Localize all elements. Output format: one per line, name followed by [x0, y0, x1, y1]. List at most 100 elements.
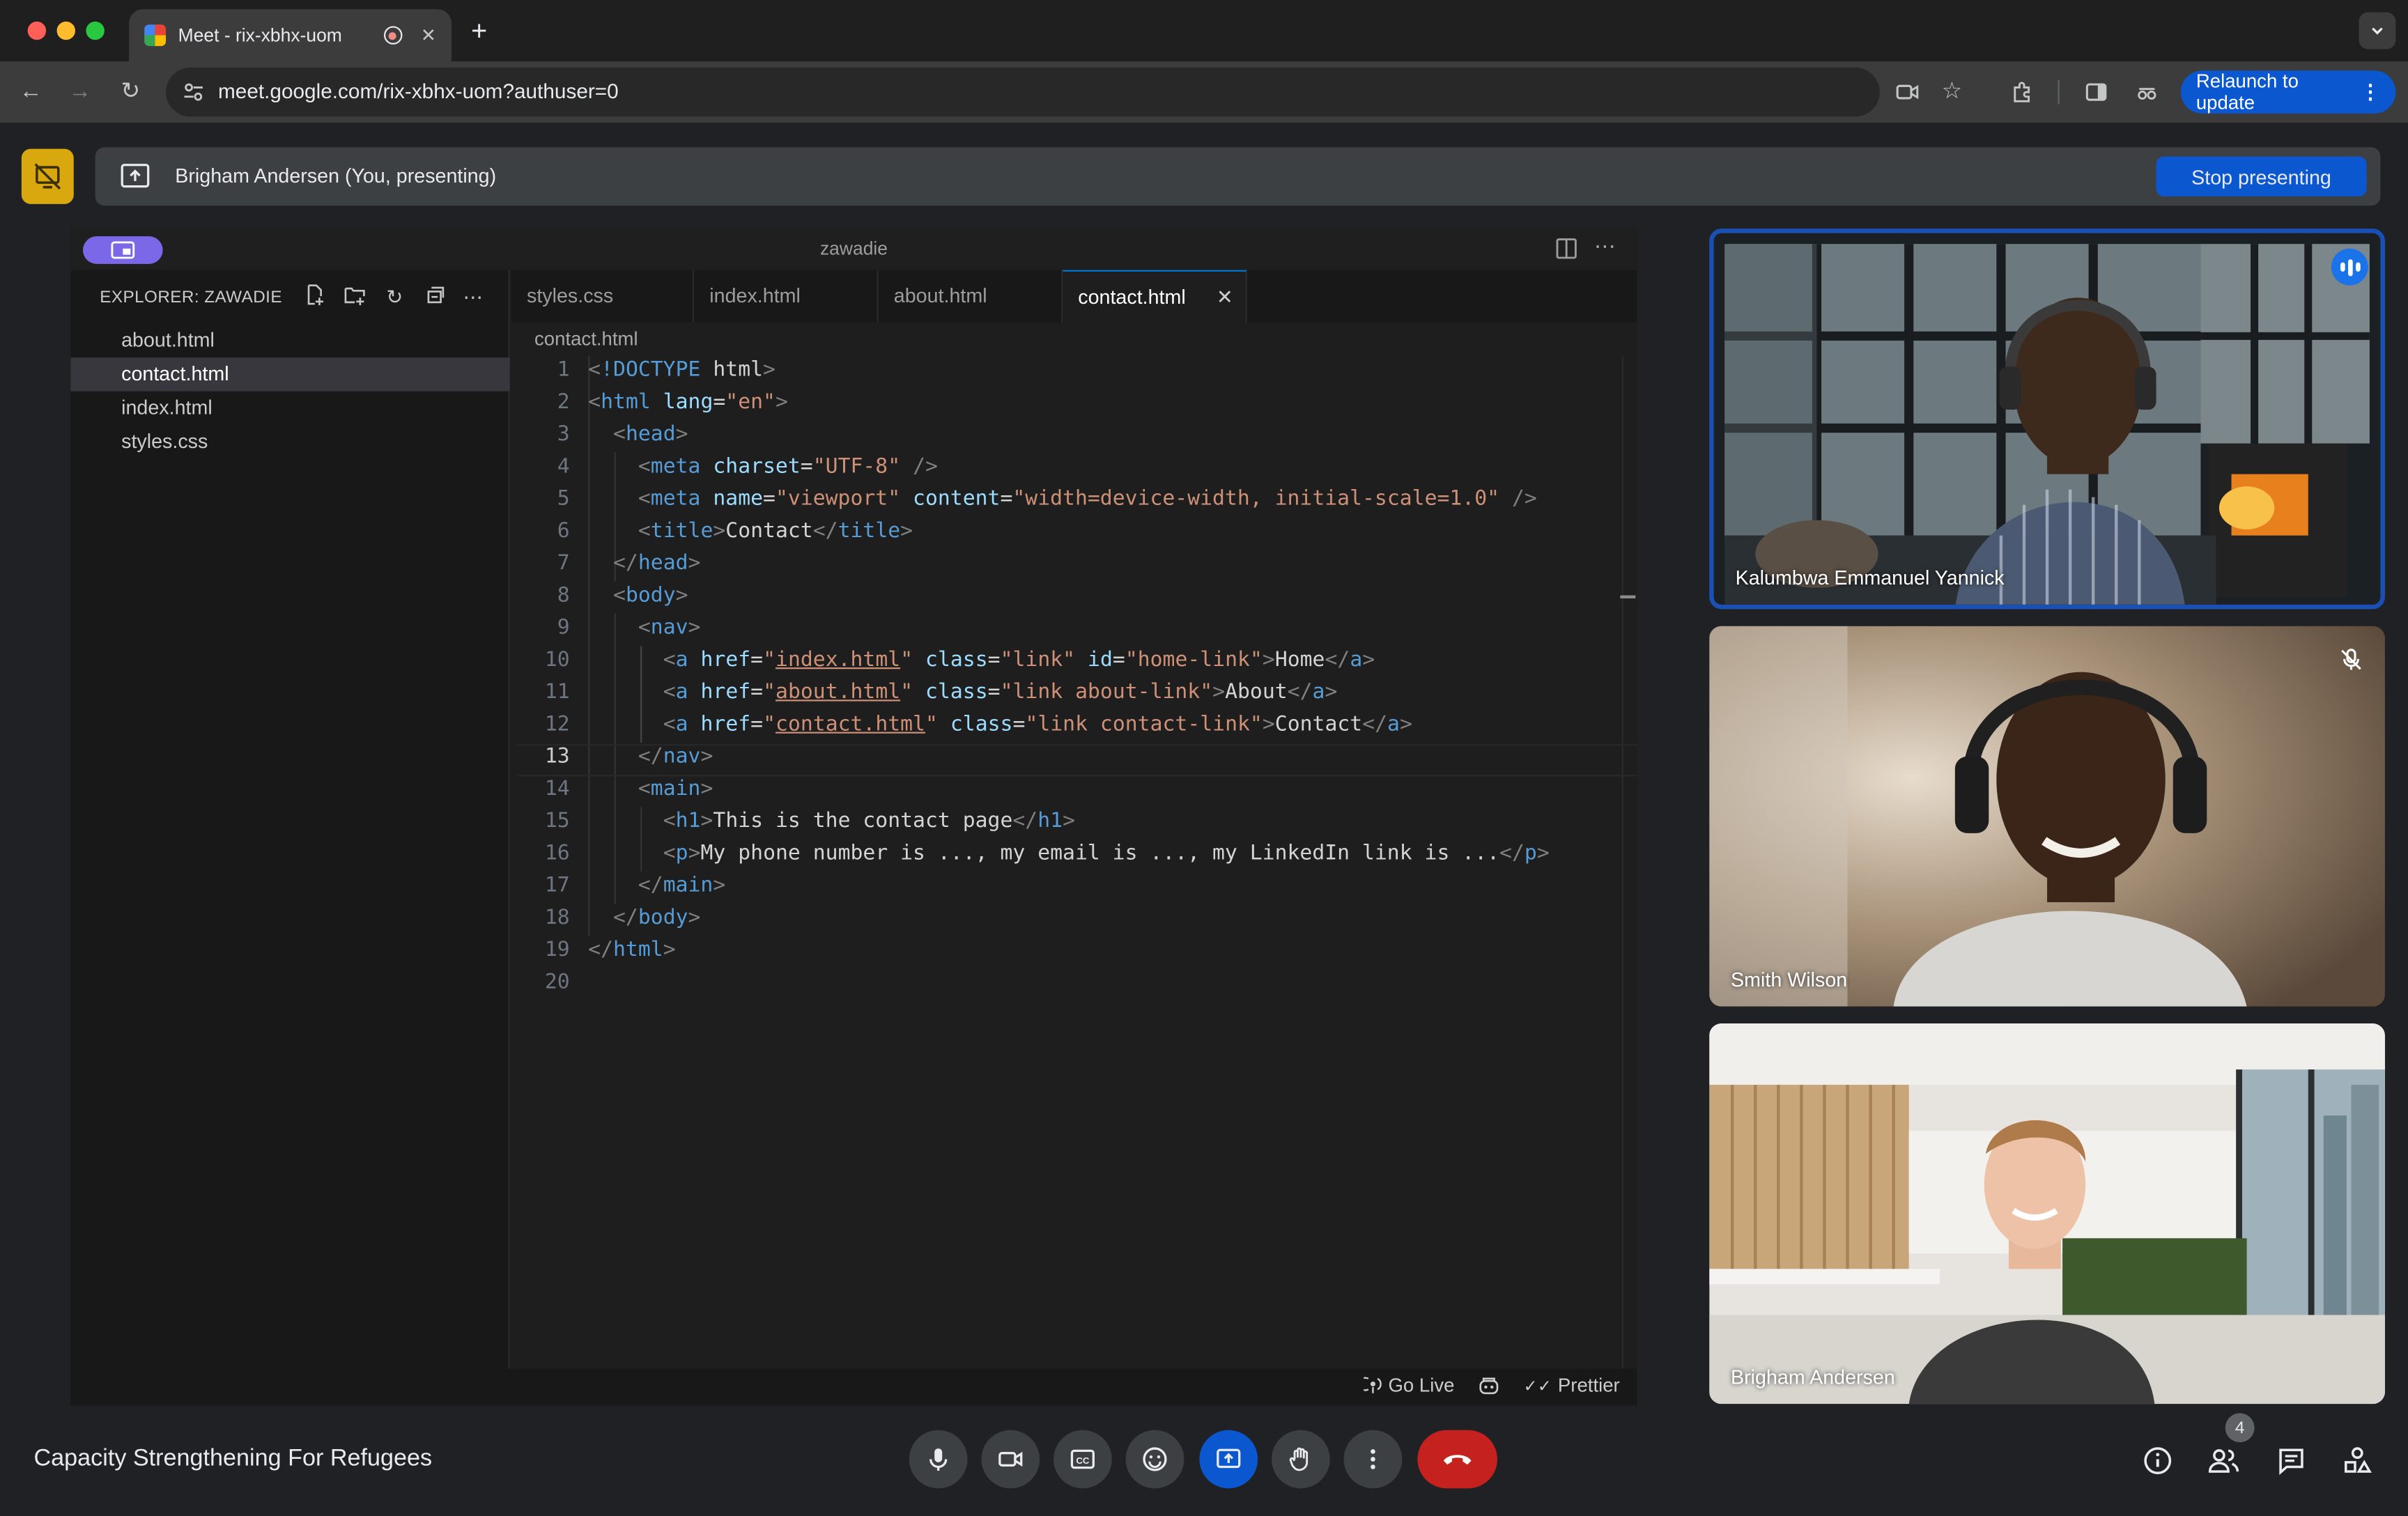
- code-line: <p>My phone number is ..., my email is .…: [663, 840, 1550, 866]
- code-line: <main>: [638, 776, 713, 801]
- line-number: 11: [544, 679, 570, 704]
- split-layout-icon[interactable]: [1554, 236, 1579, 261]
- code-line: <meta charset="UTF-8" />: [638, 454, 938, 479]
- google-meet-favicon-icon: [144, 24, 167, 47]
- line-number: 19: [544, 937, 570, 962]
- vscode-titlebar: zawadie ⋯: [70, 226, 1637, 270]
- mic-icon: [929, 1448, 948, 1471]
- editor-tab[interactable]: index.html: [694, 270, 879, 323]
- prettier-label: Prettier: [1557, 1375, 1620, 1397]
- copilot-icon[interactable]: [1477, 1375, 1500, 1400]
- camera-permission-icon[interactable]: [1892, 77, 1922, 114]
- more-options-button[interactable]: [1343, 1430, 1403, 1489]
- extensions-icon[interactable]: [2007, 77, 2038, 114]
- line-number: 1: [557, 357, 570, 382]
- microphone-button[interactable]: [909, 1430, 968, 1489]
- address-bar[interactable]: meet.google.com/rix-xbhx-uom?authuser=0: [166, 67, 1880, 117]
- line-number: 12: [544, 711, 570, 737]
- participant-tile[interactable]: Brigham Andersen: [1709, 1023, 2385, 1405]
- leave-call-button[interactable]: [1417, 1430, 1497, 1489]
- speaking-indicator-icon: [2331, 248, 2368, 286]
- broadcast-icon: [1364, 1377, 1382, 1393]
- new-tab-button[interactable]: +: [464, 15, 495, 47]
- recording-indicator-icon: [383, 26, 403, 45]
- file-item[interactable]: styles.css: [70, 425, 509, 458]
- stop-presenting-button[interactable]: Stop presenting: [2156, 156, 2367, 196]
- line-number: 2: [557, 389, 570, 415]
- meeting-details-button[interactable]: [2139, 1442, 2176, 1479]
- browser-tab[interactable]: Meet - rix-xbhx-uom ✕: [129, 9, 452, 62]
- chat-button[interactable]: [2273, 1442, 2310, 1479]
- code-line: <meta name="viewport" content="width=dev…: [638, 486, 1537, 511]
- reload-button[interactable]: ↻: [115, 77, 146, 107]
- code-line: <html lang="en">: [588, 389, 788, 415]
- back-button[interactable]: ←: [15, 77, 46, 107]
- maximize-window-button[interactable]: [86, 21, 105, 40]
- minimize-window-button[interactable]: [56, 21, 76, 40]
- current-line-highlight: [517, 744, 1637, 777]
- file-item[interactable]: index.html: [70, 392, 509, 425]
- code-line: </head>: [613, 550, 701, 575]
- camera-button[interactable]: [981, 1430, 1040, 1489]
- tab-title: Meet - rix-xbhx-uom: [178, 24, 342, 47]
- participant-tile-speaking[interactable]: Kalumbwa Emmanuel Yannick: [1709, 229, 2385, 610]
- present-screen-icon: [121, 164, 150, 188]
- present-now-button[interactable]: [1199, 1430, 1258, 1489]
- chevron-down-icon: [2372, 27, 2383, 35]
- close-window-button[interactable]: [27, 21, 47, 40]
- line-number: 3: [557, 421, 570, 447]
- people-icon: [2208, 1449, 2239, 1473]
- line-number: 15: [544, 808, 570, 833]
- people-button[interactable]: [2205, 1442, 2242, 1479]
- explorer-title: EXPLORER: ZAWADIE: [100, 288, 282, 307]
- profile-incognito-icon[interactable]: [2131, 77, 2162, 114]
- prettier-button[interactable]: ✓✓ Prettier: [1523, 1375, 1619, 1396]
- go-live-button[interactable]: Go Live: [1364, 1375, 1454, 1396]
- participant-tile[interactable]: Smith Wilson: [1709, 626, 2385, 1007]
- raise-hand-button[interactable]: [1271, 1430, 1330, 1489]
- new-folder-icon[interactable]: [341, 284, 369, 311]
- bookmark-star-icon[interactable]: ☆: [1936, 77, 1967, 107]
- activities-icon: [2344, 1447, 2372, 1473]
- more-vert-icon[interactable]: ⋮: [2361, 80, 2381, 105]
- camera-icon: [998, 1451, 1023, 1467]
- code-line: </main>: [638, 873, 726, 898]
- editor-tab[interactable]: about.html: [878, 270, 1063, 323]
- shared-screen-vscode: zawadie ⋯ EXPLORER: ZAWADIE ↻ ⋯ about.ht…: [70, 226, 1637, 1406]
- explorer-more-icon[interactable]: ⋯: [459, 284, 487, 311]
- line-number: 6: [557, 518, 570, 543]
- screen-share-icon: [111, 241, 135, 259]
- new-file-icon[interactable]: [301, 284, 329, 311]
- line-number: 7: [557, 550, 570, 575]
- participant-name: Smith Wilson: [1731, 968, 1848, 991]
- close-tab-icon[interactable]: ✕: [421, 24, 436, 46]
- participant-video-3: [1709, 1023, 2385, 1405]
- tab-search-button[interactable]: [2359, 12, 2396, 49]
- close-tab-icon[interactable]: ✕: [1217, 272, 1233, 324]
- refresh-explorer-icon[interactable]: ↻: [381, 284, 409, 311]
- code-line: <a href="contact.html" class="link conta…: [663, 711, 1412, 737]
- side-panel-icon[interactable]: [2081, 77, 2112, 114]
- editor-scrollbar-track[interactable]: [1621, 355, 1623, 1369]
- presenting-label: Brigham Andersen (You, presenting): [175, 164, 497, 187]
- reactions-button[interactable]: [1125, 1430, 1184, 1489]
- collapse-folders-icon[interactable]: [421, 284, 449, 311]
- browser-tab-strip: Meet - rix-xbhx-uom ✕ +: [0, 0, 2408, 62]
- file-item-active[interactable]: contact.html: [70, 357, 510, 392]
- forward-button[interactable]: →: [65, 77, 95, 107]
- editor-tab[interactable]: styles.css: [511, 270, 695, 323]
- minimap-slider[interactable]: [1620, 595, 1636, 598]
- code-line: <a href="index.html" class="link" id="ho…: [663, 647, 1375, 672]
- captions-button[interactable]: CC: [1054, 1430, 1112, 1489]
- command-center-button[interactable]: [83, 236, 163, 264]
- activities-button[interactable]: [2339, 1442, 2376, 1479]
- file-item[interactable]: about.html: [70, 324, 509, 357]
- more-actions-icon[interactable]: ⋯: [1594, 233, 1616, 259]
- site-settings-icon[interactable]: [183, 82, 204, 103]
- relaunch-to-update-button[interactable]: Relaunch to update ⋮: [2180, 70, 2396, 114]
- line-number: 9: [557, 615, 570, 640]
- editor-tab-label: index.html: [709, 284, 801, 307]
- code-editor[interactable]: 1 <!DOCTYPE html> 2 <html lang="en"> 3 <head…: [511, 355, 1637, 1369]
- editor-tab-active[interactable]: contact.html ✕: [1063, 270, 1247, 323]
- editor-tabs: styles.css index.html about.html contact…: [511, 270, 1637, 323]
